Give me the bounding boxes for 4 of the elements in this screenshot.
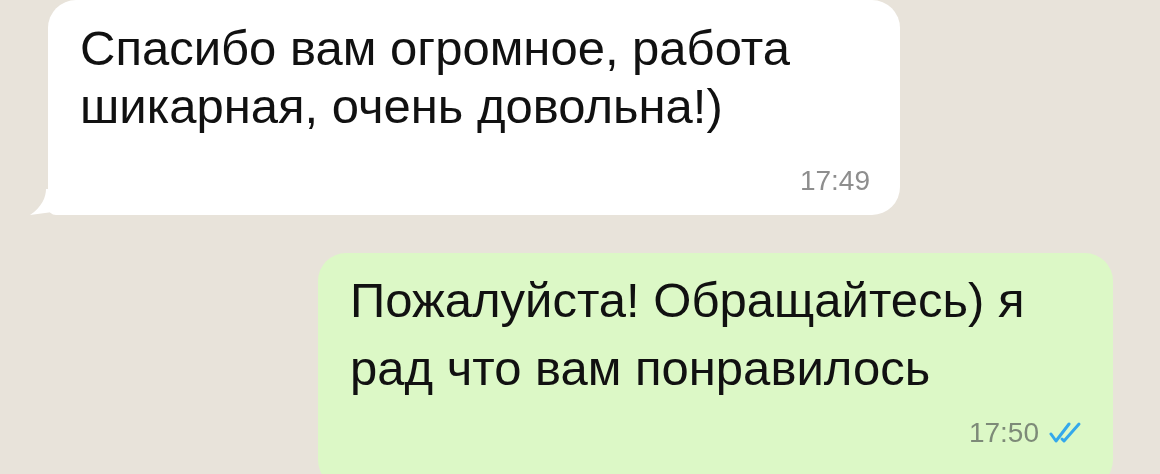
message-text: Спасибо вам огромное, работа шикарная, очень довольна!) <box>80 20 791 135</box>
message-text: Пожалуйста! Обращайтесь) я рад что вам понравилось <box>350 272 1026 397</box>
message-time: 17:50 <box>968 417 1039 448</box>
message-time: 17:49 <box>799 165 870 196</box>
